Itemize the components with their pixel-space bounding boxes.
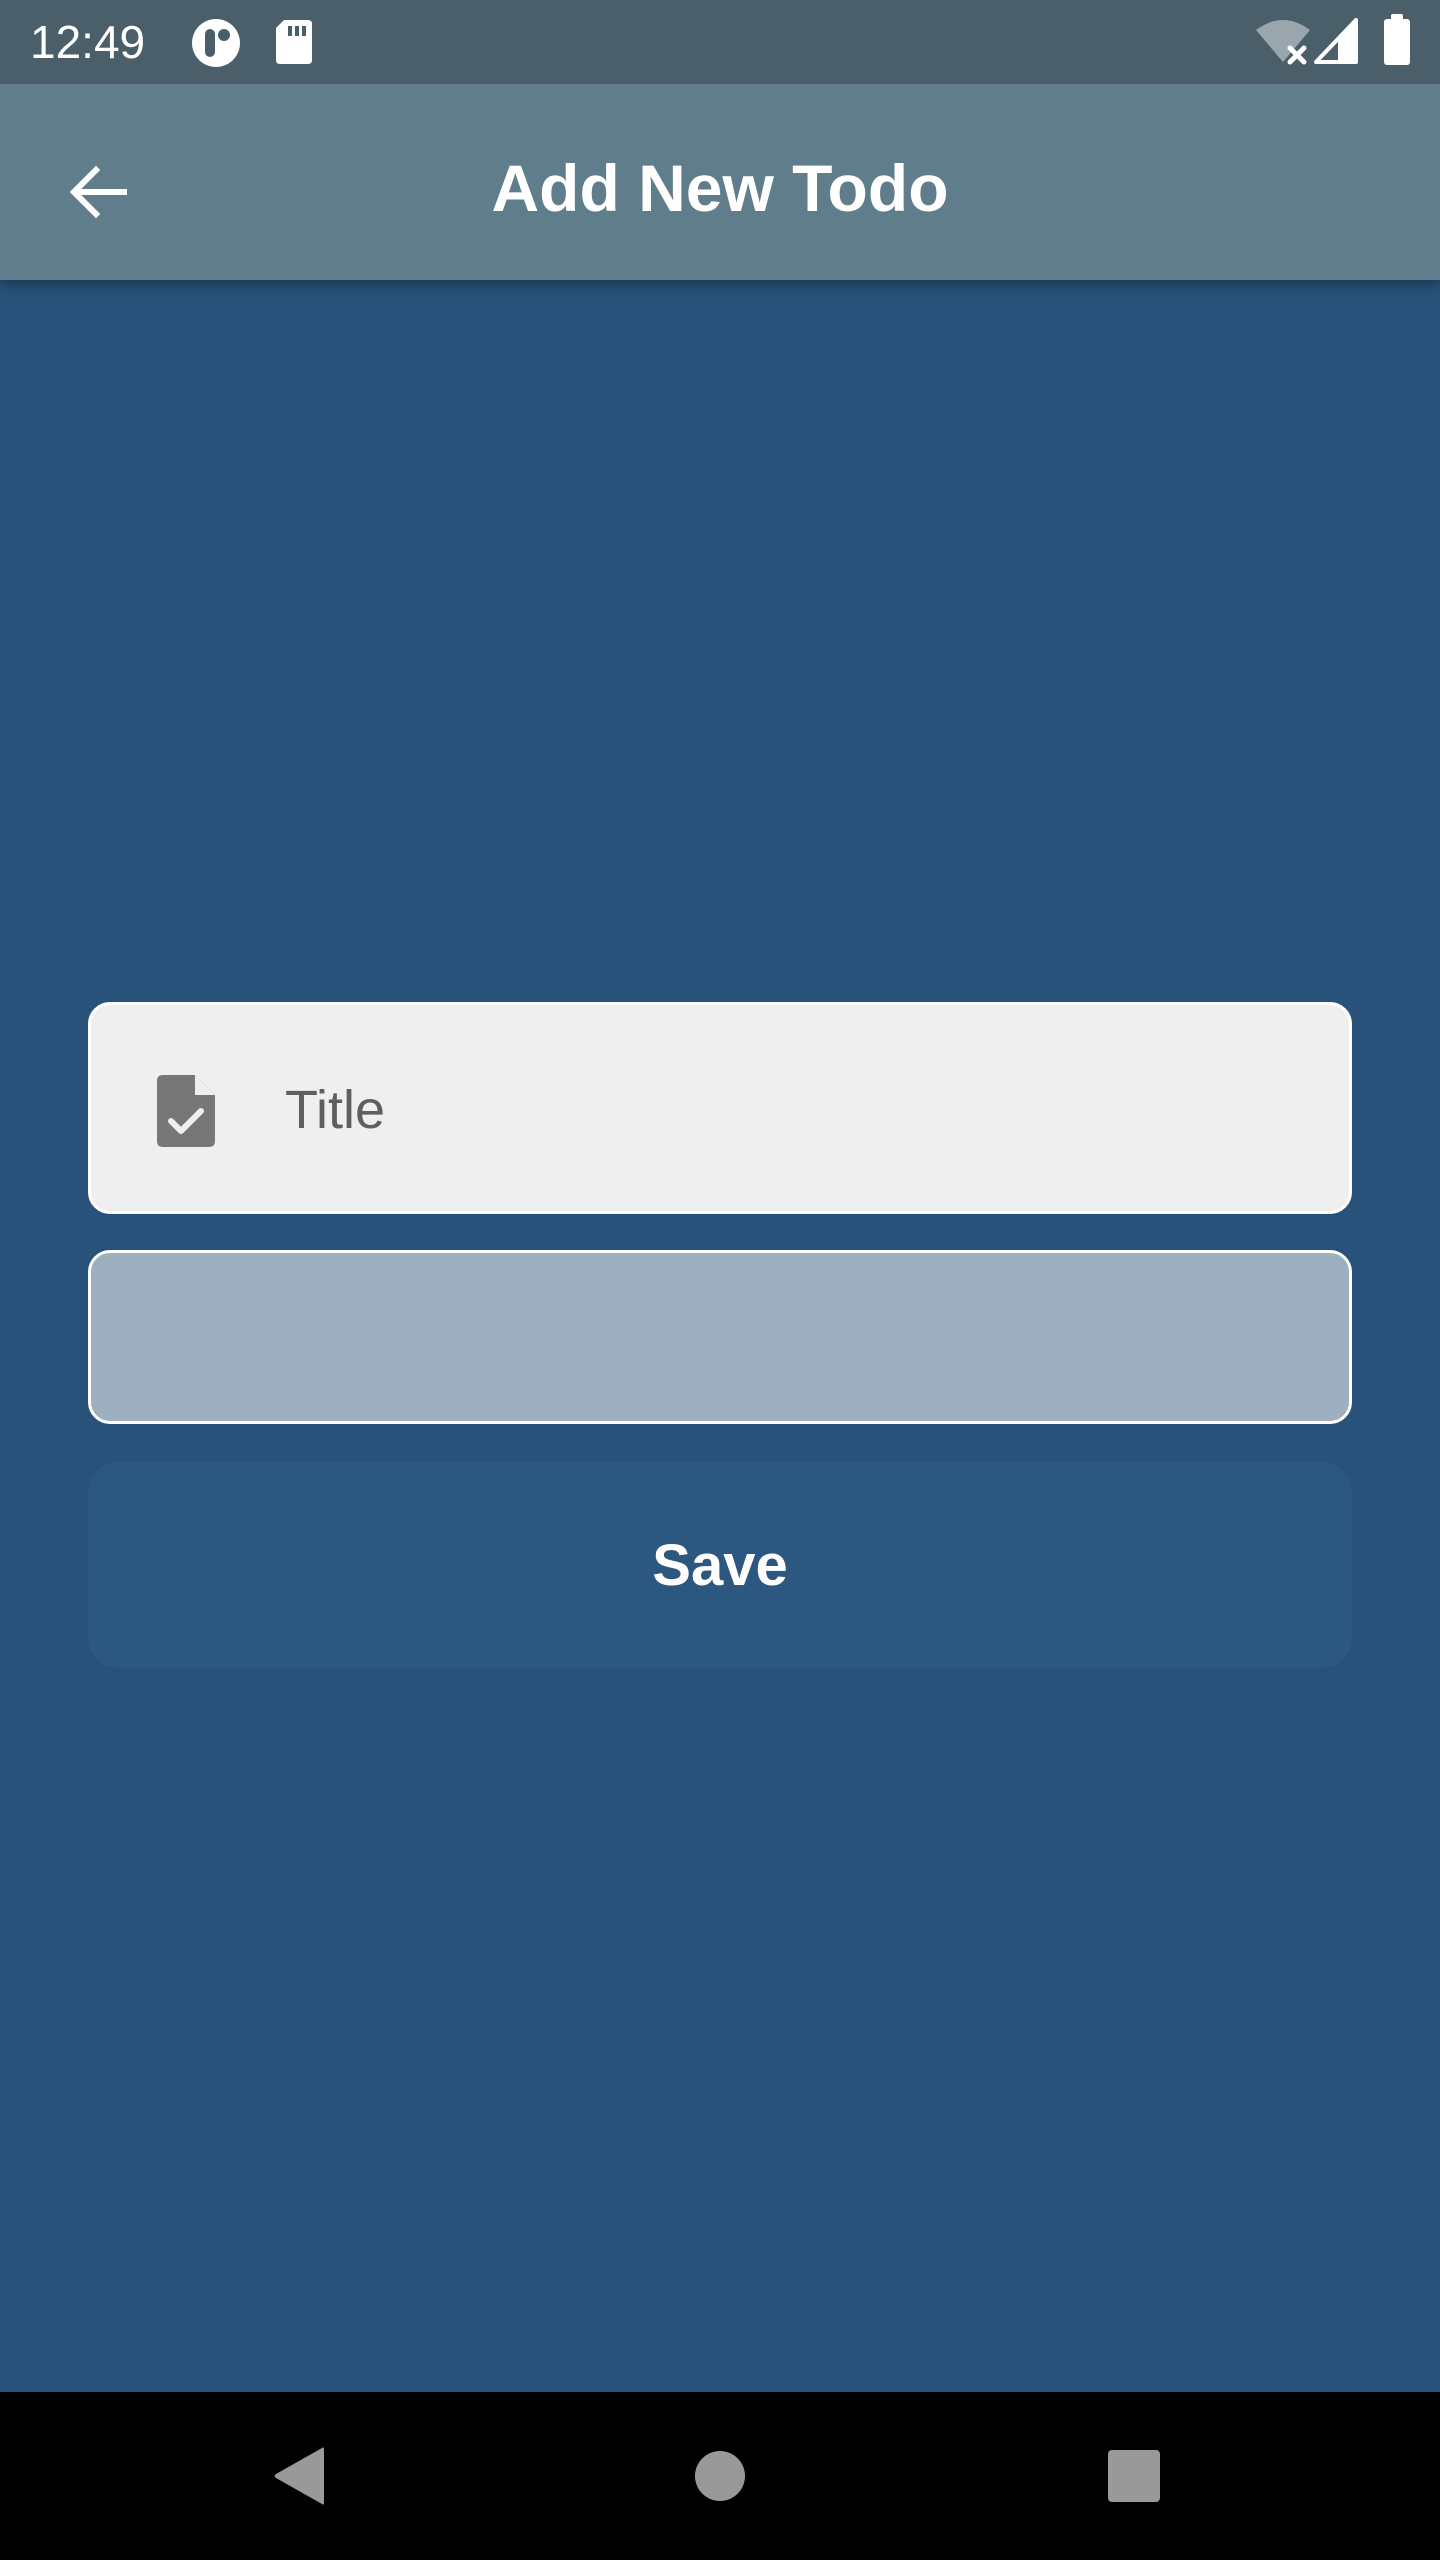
battery-icon — [1384, 14, 1410, 65]
wifi-off-icon — [1256, 20, 1310, 65]
app-bar: Add New Todo — [0, 84, 1440, 280]
sd-card-icon — [276, 20, 312, 64]
description-input[interactable] — [131, 1283, 1311, 1393]
recents-square-icon — [1108, 2450, 1160, 2502]
nav-back-button[interactable] — [256, 2432, 344, 2520]
nav-home-button[interactable] — [676, 2432, 764, 2520]
system-nav-bar — [0, 2392, 1440, 2560]
cellular-signal-icon — [1314, 18, 1358, 64]
title-input[interactable] — [285, 1055, 1285, 1165]
app-notification-icon — [192, 19, 240, 67]
status-time: 12:49 — [30, 16, 146, 68]
home-circle-icon — [695, 2451, 745, 2501]
description-field[interactable] — [88, 1250, 1352, 1424]
task-document-icon — [157, 1075, 215, 1147]
nav-recents-button[interactable] — [1090, 2432, 1178, 2520]
back-triangle-icon — [274, 2447, 324, 2505]
status-bar: 12:49 — [0, 0, 1440, 84]
page-title: Add New Todo — [491, 151, 949, 225]
save-button[interactable]: Save — [88, 1462, 1352, 1668]
title-field[interactable] — [88, 1002, 1352, 1214]
